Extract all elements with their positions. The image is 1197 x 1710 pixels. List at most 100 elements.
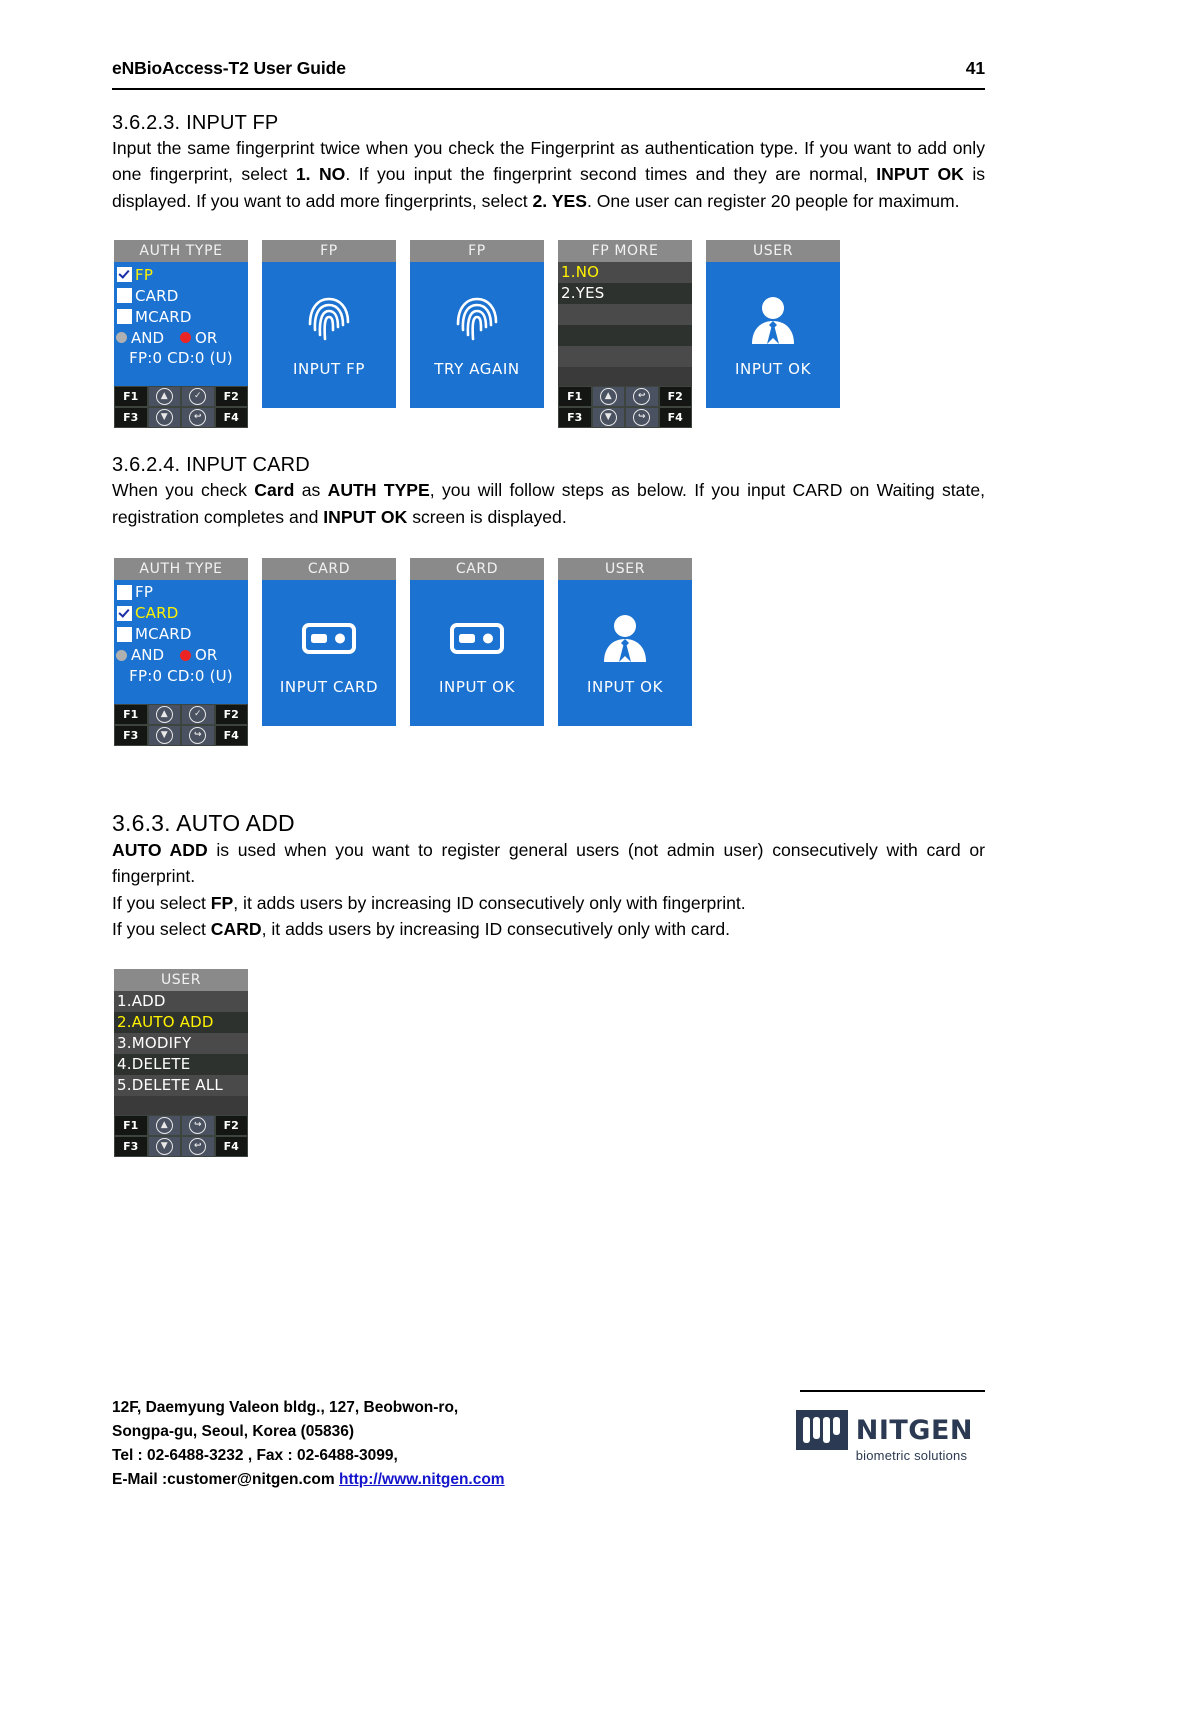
screen-body: INPUT CARD [262, 579, 396, 726]
checkbox-icon[interactable] [117, 584, 132, 600]
auth-option-fp[interactable]: FP [117, 264, 248, 285]
card-flow-screenshots: AUTH TYPE FP CARD MCARD AND OR FP:0 CD:0… [114, 557, 985, 746]
nitgen-logo-wordmark: NITGEN [855, 1414, 973, 1446]
checkbox-icon[interactable] [117, 605, 132, 621]
key-f4[interactable]: F4 [214, 407, 248, 429]
checkbox-icon[interactable] [117, 309, 132, 325]
auth-operator-radios: AND OR [114, 645, 248, 666]
up-arrow-icon: ▲ [155, 705, 173, 723]
key-check-icon[interactable]: ✓ [181, 703, 215, 725]
key-up-arrow-icon[interactable]: ▲ [147, 1114, 181, 1136]
auth-option-mcard[interactable]: MCARD [117, 624, 248, 645]
auth-option-mcard[interactable]: MCARD [117, 306, 248, 327]
menu-item[interactable]: 4.DELETE [114, 1053, 248, 1075]
key-f3[interactable]: F3 [114, 1135, 148, 1157]
page-content: 3.6.2.3. INPUT FP Input the same fingerp… [112, 104, 985, 1157]
user-menu-screenshot: USER 1.ADD 2.AUTO ADD 3.MODIFY 4.DELETE 5.DE… [114, 968, 985, 1157]
menu-item[interactable]: 2.AUTO ADD [114, 1011, 248, 1033]
page-header: eNBioAccess-T2 User Guide 41 [112, 58, 985, 79]
screen-caption: INPUT CARD [279, 677, 379, 696]
key-f3[interactable]: F3 [558, 407, 592, 429]
key-up-arrow-icon[interactable]: ▲ [591, 386, 625, 408]
footer-line-1: 12F, Daemyung Valeon bldg., 127, Beobwon… [112, 1399, 459, 1416]
text-emphasis: AUTO ADD [112, 839, 208, 860]
text-run: screen is displayed. [407, 506, 567, 527]
screen-body: INPUT OK [706, 262, 840, 409]
radio-or-icon[interactable] [180, 332, 192, 344]
key-f3[interactable]: F3 [114, 407, 148, 429]
paragraph-auto-add-card: If you select CARD, it adds users by inc… [112, 916, 985, 942]
key-down-arrow-icon[interactable]: ▼ [147, 1135, 181, 1157]
device-keypad: F1 ▲ ↩ F2 F3 ▼ ↪ F4 [558, 386, 692, 429]
forward-arrow-icon: ↪ [189, 726, 207, 744]
key-up-arrow-icon[interactable]: ▲ [147, 703, 181, 725]
menu-item[interactable]: 2.YES [558, 283, 692, 305]
key-forward-arrow-icon[interactable]: ↪ [181, 1114, 215, 1136]
radio-or-icon[interactable] [180, 649, 192, 661]
footer-divider [800, 1390, 985, 1392]
footer-website-link[interactable]: http://www.nitgen.com [339, 1471, 505, 1488]
text-run: is used when you want to register genera… [112, 839, 985, 887]
user-icon-wrap [748, 286, 798, 354]
screen-title: FP [262, 240, 396, 263]
key-f1[interactable]: F1 [558, 386, 592, 408]
key-f2[interactable]: F2 [658, 386, 692, 408]
up-arrow-icon: ▲ [155, 388, 173, 406]
screen-title: USER [558, 557, 692, 580]
checkbox-icon[interactable] [117, 267, 132, 283]
menu-item[interactable]: 5.DELETE ALL [114, 1074, 248, 1096]
key-down-arrow-icon[interactable]: ▼ [147, 724, 181, 746]
card-icon [450, 622, 504, 654]
key-back-arrow-icon[interactable]: ↩ [625, 386, 659, 408]
key-f4[interactable]: F4 [214, 724, 248, 746]
key-back-arrow-icon[interactable]: ↩ [181, 407, 215, 429]
text-run: If you select [112, 919, 211, 940]
radio-and-icon[interactable] [116, 332, 127, 344]
auth-option-label: FP [135, 583, 154, 602]
key-back-arrow-icon[interactable]: ↩ [181, 1135, 215, 1157]
key-down-arrow-icon[interactable]: ▼ [591, 407, 625, 429]
checkbox-icon[interactable] [117, 288, 132, 304]
radio-and-label: AND [131, 328, 165, 347]
text-emphasis: AUTH TYPE [327, 480, 430, 501]
key-f1[interactable]: F1 [114, 386, 148, 408]
key-f3[interactable]: F3 [114, 724, 148, 746]
checkbox-icon[interactable] [117, 626, 132, 642]
key-up-arrow-icon[interactable]: ▲ [147, 386, 181, 408]
key-f2[interactable]: F2 [214, 386, 248, 408]
key-f2[interactable]: F2 [214, 1114, 248, 1136]
keypad-row: F1 ▲ ↩ F2 [558, 386, 692, 408]
screen-body: FP CARD MCARD AND OR FP:0 CD:0 (U) [114, 262, 248, 387]
key-f1[interactable]: F1 [114, 703, 148, 725]
menu-item[interactable]: 1.NO [558, 262, 692, 284]
auth-option-card[interactable]: CARD [117, 285, 248, 306]
key-down-arrow-icon[interactable]: ▼ [147, 407, 181, 429]
key-forward-arrow-icon[interactable]: ↪ [181, 724, 215, 746]
keypad-row: F1 ▲ ✓ F2 [114, 386, 248, 408]
key-forward-arrow-icon[interactable]: ↪ [625, 407, 659, 429]
menu-item[interactable]: 1.ADD [114, 990, 248, 1012]
text-run: , it adds users by increasing ID consecu… [261, 919, 731, 940]
radio-and-icon[interactable] [116, 649, 127, 661]
auth-option-fp[interactable]: FP [117, 582, 248, 603]
menu-item[interactable]: 3.MODIFY [114, 1032, 248, 1054]
page-number: 41 [965, 58, 985, 78]
key-f2[interactable]: F2 [214, 703, 248, 725]
screen-body: INPUT OK [558, 579, 692, 726]
key-f1[interactable]: F1 [114, 1114, 148, 1136]
key-f4[interactable]: F4 [214, 1135, 248, 1157]
heading-input-fp: 3.6.2.3. INPUT FP [112, 112, 279, 134]
text-run: . If you input the fingerprint second ti… [345, 164, 877, 185]
auth-option-label: CARD [135, 604, 179, 623]
key-f4[interactable]: F4 [658, 407, 692, 429]
menu-item[interactable] [558, 325, 692, 347]
auth-option-card[interactable]: CARD [117, 603, 248, 624]
device-screen-auth-type: AUTH TYPE FP CARD MCARD AND OR FP:0 CD:0… [114, 240, 248, 429]
status-screen: INPUT FP [262, 262, 396, 402]
menu-item[interactable] [558, 346, 692, 368]
menu-item[interactable] [558, 304, 692, 326]
keypad-row: F1 ▲ ✓ F2 [114, 703, 248, 725]
document-page: eNBioAccess-T2 User Guide 41 3.6.2.3. IN… [0, 0, 1197, 1710]
paragraph-auto-add-fp: If you select FP, it adds users by incre… [112, 890, 985, 916]
key-check-icon[interactable]: ✓ [181, 386, 215, 408]
